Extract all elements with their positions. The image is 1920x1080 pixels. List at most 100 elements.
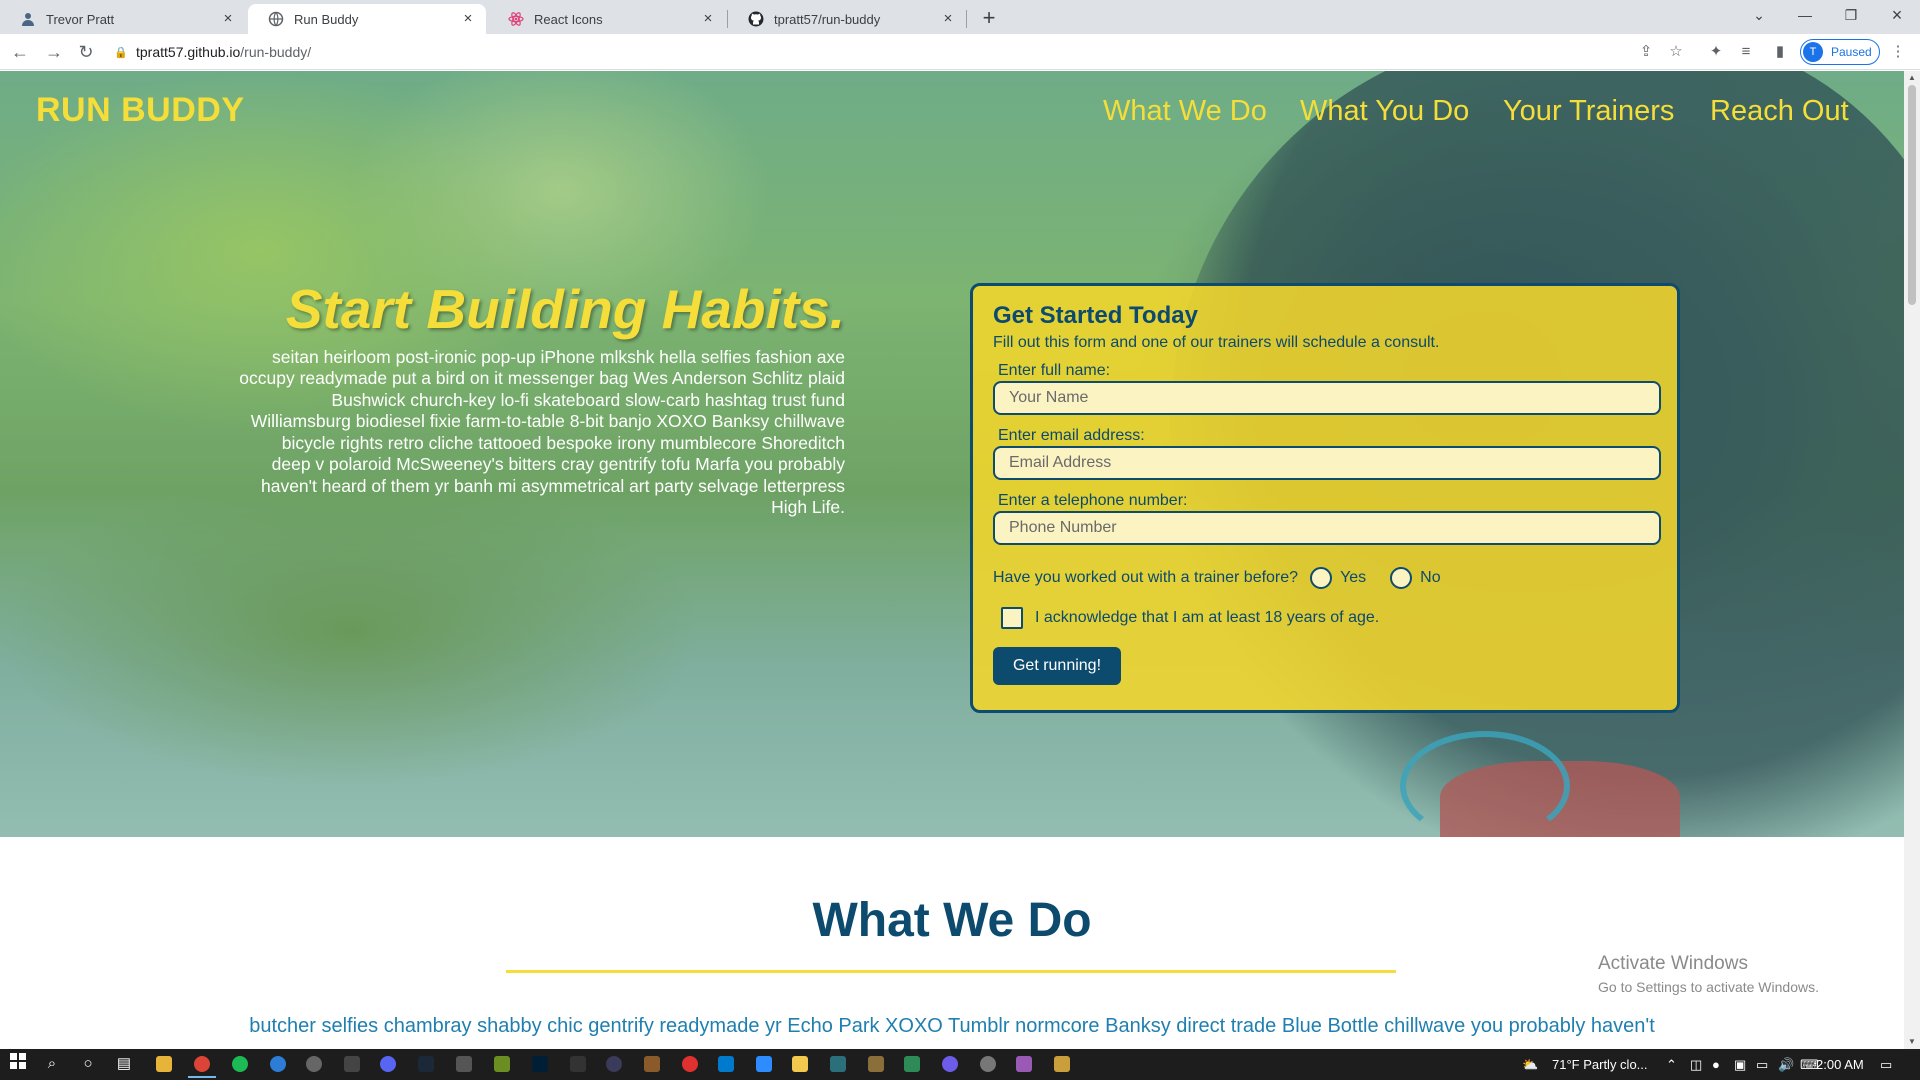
scroll-up-arrow-icon[interactable]: ▲ [1908, 73, 1916, 82]
app-icon[interactable] [868, 1056, 884, 1072]
close-icon[interactable]: × [460, 11, 476, 27]
email-placeholder: Email Address [1009, 454, 1112, 471]
react-icon [508, 11, 524, 27]
discord-icon[interactable] [380, 1056, 396, 1072]
lock-icon: 🔒 [114, 46, 128, 59]
app-icon[interactable] [644, 1056, 660, 1072]
phone-field[interactable]: Phone Number [993, 511, 1661, 545]
age-checkbox[interactable] [1001, 607, 1023, 629]
network-icon[interactable]: ▭ [1756, 1049, 1768, 1080]
spotify-icon[interactable] [232, 1056, 248, 1072]
kebab-menu-icon[interactable]: ⋮ [1888, 42, 1908, 62]
app-icon[interactable] [344, 1056, 360, 1072]
file-explorer-icon[interactable] [156, 1056, 172, 1072]
tab-label: Trevor Pratt [46, 11, 115, 27]
microphone-icon[interactable]: ● [1712, 1049, 1720, 1080]
age-ack-label[interactable]: I acknowledge that I am at least 18 year… [1035, 609, 1379, 627]
windows-taskbar: ⌕ ○ ▤ ⛅ 71°F Partly clo... ⌃ ◫ ● ▣ ▭ 🔊 ⌨… [0, 1049, 1920, 1080]
tab-label: React Icons [534, 11, 603, 27]
hero-line: Bushwick church-key lo-fi skateboard slo… [331, 389, 845, 410]
nav-what-you-do[interactable]: What You Do [1300, 95, 1469, 128]
app-icon[interactable] [830, 1056, 846, 1072]
browser-tab-bar: Trevor Pratt × Run Buddy × React Icons ×… [0, 0, 1920, 34]
hero-line: haven't heard of them yr banh mi asymmet… [260, 475, 845, 496]
chevron-up-icon[interactable]: ⌃ [1666, 1049, 1677, 1080]
page-scrollbar[interactable]: ▲ ▼ [1904, 71, 1920, 1049]
github-icon [748, 11, 764, 27]
weather-icon[interactable]: ⛅ [1522, 1049, 1538, 1080]
media-control-icon[interactable]: ≡ [1736, 42, 1756, 62]
profile-button[interactable]: T Paused [1800, 39, 1880, 65]
cortana-icon[interactable]: ○ [76, 1053, 100, 1075]
tab-label: tpratt57/run-buddy [774, 11, 881, 27]
form-subtitle: Fill out this form and one of our traine… [993, 334, 1440, 351]
app-icon[interactable] [570, 1056, 586, 1072]
weather-widget[interactable]: 71°F Partly clo... [1552, 1049, 1648, 1080]
minimize-button[interactable]: — [1782, 0, 1828, 30]
app-icon[interactable] [1016, 1056, 1032, 1072]
scroll-down-arrow-icon[interactable]: ▼ [1908, 1037, 1916, 1046]
radio-yes-label[interactable]: Yes [1340, 569, 1366, 587]
forward-button[interactable]: → [40, 38, 68, 66]
notification-icon[interactable]: ▭ [1880, 1049, 1892, 1080]
tray-app-icon[interactable]: ▣ [1734, 1049, 1746, 1080]
side-panel-icon[interactable]: ▮ [1770, 42, 1790, 62]
tab-run-buddy[interactable]: Run Buddy × [248, 4, 486, 34]
sticky-notes-icon[interactable] [792, 1056, 808, 1072]
nav-your-trainers[interactable]: Your Trainers [1503, 95, 1674, 128]
tray-app-icon[interactable]: ◫ [1690, 1049, 1702, 1080]
bookmark-star-icon[interactable]: ☆ [1666, 42, 1686, 62]
search-icon[interactable]: ⌕ [40, 1053, 64, 1075]
radio-no-label[interactable]: No [1420, 569, 1440, 587]
nav-what-we-do[interactable]: What We Do [1103, 95, 1267, 128]
tab-search-icon[interactable]: ⌄ [1736, 0, 1782, 30]
app-icon[interactable] [306, 1056, 322, 1072]
email-label: Enter email address: [998, 427, 1145, 444]
trainer-question-row: Have you worked out with a trainer befor… [993, 567, 1657, 589]
new-tab-button[interactable]: + [976, 6, 1002, 32]
volume-icon[interactable]: 🔊 [1778, 1049, 1794, 1080]
photoshop-icon[interactable] [532, 1056, 548, 1072]
email-field[interactable]: Email Address [993, 446, 1661, 480]
share-icon[interactable]: ⇪ [1636, 42, 1656, 62]
activate-windows-watermark: Activate Windows Go to Settings to activ… [1598, 953, 1819, 995]
task-view-icon[interactable]: ▤ [112, 1053, 136, 1075]
radio-no[interactable] [1390, 567, 1413, 589]
site-logo[interactable]: RUN BUDDY [36, 91, 245, 130]
app-icon[interactable] [682, 1056, 698, 1072]
tab-github-run-buddy[interactable]: tpratt57/run-buddy × [728, 4, 966, 34]
app-icon[interactable] [904, 1056, 920, 1072]
radio-yes[interactable] [1310, 567, 1333, 589]
profile-status: Paused [1831, 45, 1872, 59]
address-bar[interactable]: 🔒 tpratt57.github.io/run-buddy/ [108, 37, 1648, 67]
name-field[interactable]: Your Name [993, 381, 1661, 415]
tab-react-icons[interactable]: React Icons × [488, 4, 726, 34]
reload-button[interactable]: ↻ [72, 38, 100, 66]
vscode-icon[interactable] [718, 1056, 734, 1072]
get-running-button[interactable]: Get running! [993, 647, 1121, 685]
name-label: Enter full name: [998, 362, 1111, 379]
tab-trevor-pratt[interactable]: Trevor Pratt × [0, 4, 246, 34]
nav-reach-out[interactable]: Reach Out [1710, 95, 1849, 128]
clock[interactable]: 2:00 AM [1816, 1049, 1864, 1080]
close-window-button[interactable]: × [1874, 0, 1920, 30]
app-icon[interactable] [1054, 1056, 1070, 1072]
steam-icon[interactable] [418, 1056, 434, 1072]
close-icon[interactable]: × [220, 11, 236, 27]
scrollbar-thumb[interactable] [1908, 85, 1916, 305]
zoom-icon[interactable] [756, 1056, 772, 1072]
app-icon[interactable] [456, 1056, 472, 1072]
close-icon[interactable]: × [700, 11, 716, 27]
windows-start-icon[interactable] [6, 1053, 30, 1075]
app-icon[interactable] [270, 1056, 286, 1072]
app-icon[interactable] [606, 1056, 622, 1072]
app-icon[interactable] [980, 1056, 996, 1072]
app-icon[interactable] [942, 1056, 958, 1072]
person-icon [20, 11, 36, 27]
restore-button[interactable]: ❐ [1828, 0, 1874, 30]
close-icon[interactable]: × [940, 11, 956, 27]
back-button[interactable]: ← [6, 38, 34, 66]
chrome-icon[interactable] [188, 1056, 216, 1078]
extensions-puzzle-icon[interactable]: ✦ [1706, 42, 1726, 62]
minecraft-icon[interactable] [494, 1056, 510, 1072]
